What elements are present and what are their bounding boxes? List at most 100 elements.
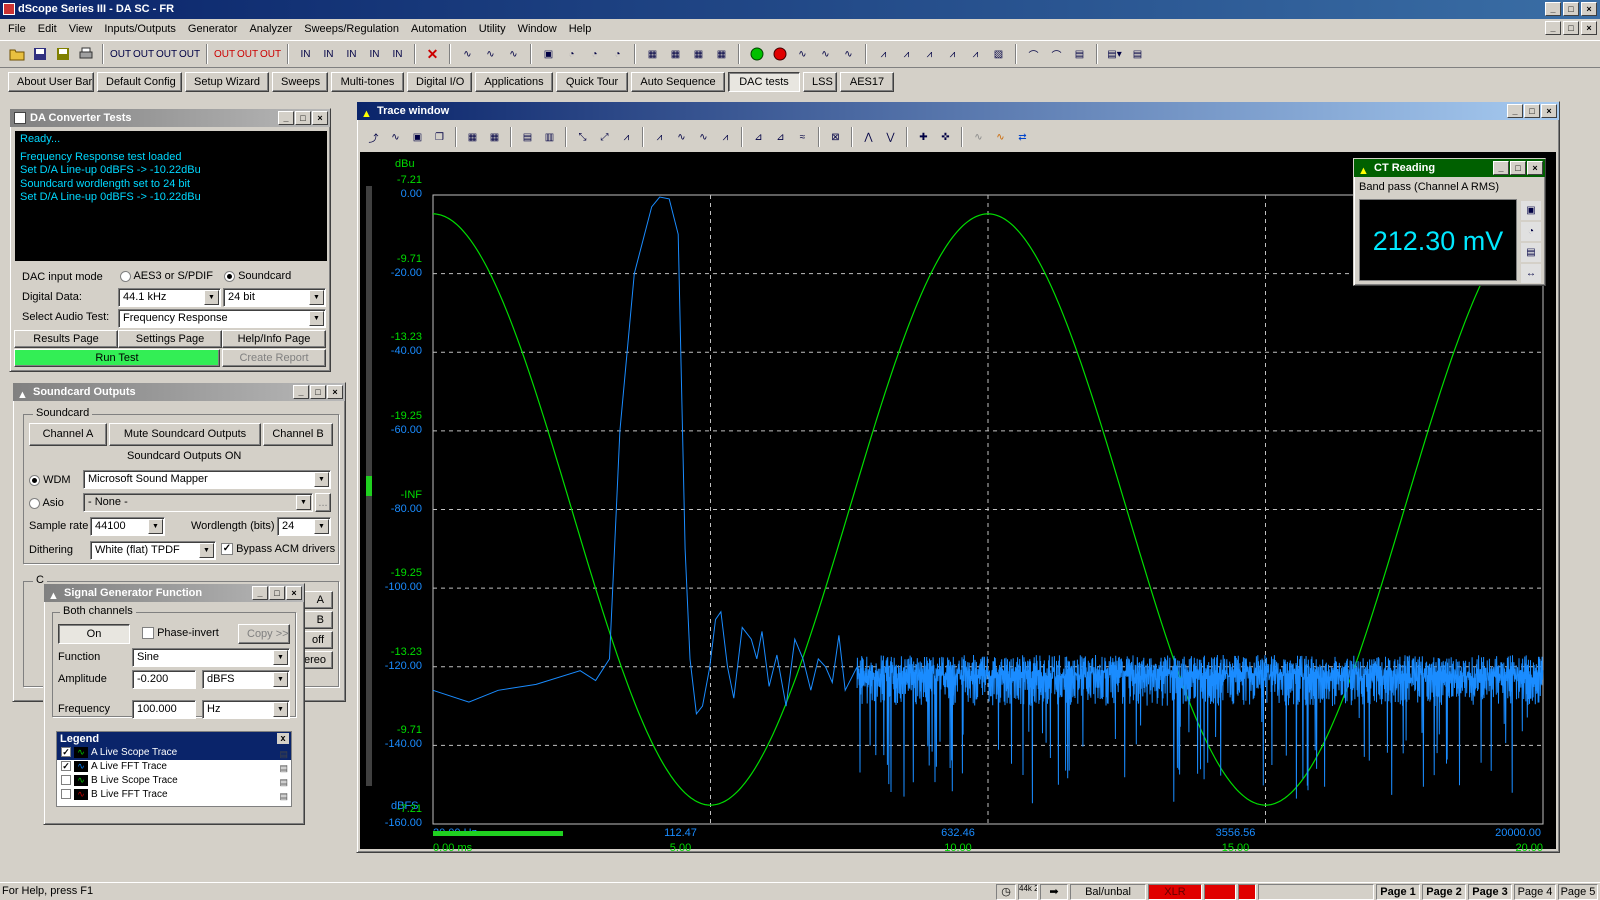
output-b-icon[interactable]: OUT (133, 44, 154, 65)
dithering-select[interactable]: White (flat) TPDF ▼ (90, 541, 216, 560)
input-c-icon[interactable]: IN (341, 44, 362, 65)
legend-checkbox[interactable]: ✓ (61, 747, 71, 758)
panel-close-button[interactable]: × (312, 111, 328, 125)
userbar-lss[interactable]: LSS (803, 72, 837, 92)
meter-icon-4[interactable]: ◔ (607, 44, 628, 65)
cursor-icon-4[interactable]: ⩘ (715, 127, 736, 148)
legend-checkbox[interactable] (61, 775, 71, 786)
asio-radio[interactable]: Asio (29, 497, 64, 509)
mdi-restore-button[interactable]: □ (1563, 21, 1579, 35)
save-config-icon[interactable] (52, 44, 73, 65)
menu-sweeps[interactable]: Sweeps/Regulation (298, 23, 405, 35)
ct-meter-icon[interactable]: ◔ (1521, 222, 1541, 241)
grid-icon-2[interactable]: ▦ (665, 44, 686, 65)
analyzer-icon-2[interactable]: ⩘ (896, 44, 917, 65)
menu-utility[interactable]: Utility (473, 23, 512, 35)
asio-config-button[interactable]: ... (315, 493, 331, 512)
userbar-setup-wizard[interactable]: Setup Wizard (185, 72, 269, 92)
trace-save-icon[interactable]: ▣ (407, 127, 428, 148)
menu-window[interactable]: Window (512, 23, 563, 35)
page-4-tab[interactable]: Page 4 (1514, 884, 1556, 900)
bypass-acm-checkbox[interactable]: ✓ Bypass ACM drivers (221, 543, 335, 556)
marker-icon-2[interactable]: ⊿ (770, 127, 791, 148)
phase-invert-checkbox[interactable]: Phase-invert (142, 627, 219, 640)
trace-grid2-icon[interactable]: ▦ (484, 127, 505, 148)
cursor-icon-1[interactable]: ⩘ (649, 127, 670, 148)
function-select[interactable]: Sine ▼ (132, 648, 290, 667)
create-report-button[interactable]: Create Report (222, 349, 326, 367)
sweep-icon-1[interactable]: ∿ (792, 44, 813, 65)
report-icon[interactable]: ▤ (1127, 44, 1148, 65)
trace-settings-icon[interactable]: ▤ (517, 127, 538, 148)
maximize-button[interactable]: □ (1563, 2, 1579, 16)
panel-minimize-button[interactable]: _ (278, 111, 294, 125)
legend-item[interactable]: ✓ ∿ A Live FFT Trace ▤ (57, 760, 291, 774)
userbar-digital-io[interactable]: Digital I/O (407, 72, 472, 92)
legend-item[interactable]: ∿ B Live FFT Trace ▤ (57, 788, 291, 802)
filter-icon-3[interactable]: ▤ (1069, 44, 1090, 65)
legend-settings-icon[interactable]: ▤ (279, 775, 288, 789)
analyzer-icon-3[interactable]: ⩘ (919, 44, 940, 65)
results-page-button[interactable]: Results Page (14, 330, 118, 348)
page-1-tab[interactable]: Page 1 (1376, 884, 1420, 900)
page-5-tab[interactable]: Page 5 (1558, 884, 1598, 900)
fft-icon[interactable]: ⊠ (825, 127, 846, 148)
menu-edit[interactable]: Edit (32, 23, 63, 35)
legend-item[interactable]: ∿ B Live Scope Trace ▤ (57, 774, 291, 788)
record-red-icon[interactable] (769, 44, 790, 65)
script-icon[interactable]: ▤▾ (1104, 44, 1125, 65)
panel-close-button[interactable]: × (286, 586, 302, 600)
save-icon[interactable] (29, 44, 50, 65)
legend-checkbox[interactable]: ✓ (61, 761, 71, 772)
userbar-applications[interactable]: Applications (475, 72, 553, 92)
run-test-button[interactable]: Run Test (14, 349, 220, 367)
help-info-button[interactable]: Help/Info Page (222, 330, 326, 348)
output-mute-b-icon[interactable]: OUT (237, 44, 258, 65)
audio-test-select[interactable]: Frequency Response ▼ (118, 309, 326, 328)
input-a-icon[interactable]: IN (295, 44, 316, 65)
sweep-icon-3[interactable]: ∿ (838, 44, 859, 65)
trace-line-icon[interactable]: ⩘ (616, 127, 637, 148)
trace-maximize-button[interactable]: □ (1524, 104, 1540, 118)
meter-icon-2[interactable]: ◔ (561, 44, 582, 65)
copy-button[interactable]: Copy >> (238, 624, 290, 644)
output-mute-all-icon[interactable]: OUT (260, 44, 281, 65)
filter-icon-2[interactable]: ⌒ (1046, 44, 1067, 65)
frequency-input[interactable]: 100.000 (132, 700, 196, 719)
mode-aes-radio[interactable]: AES3 or S/PDIF (120, 270, 213, 282)
userbar-dac-tests[interactable]: DAC tests (728, 72, 800, 92)
grid-icon-3[interactable]: ▦ (688, 44, 709, 65)
ct-range-icon[interactable]: ▣ (1521, 201, 1541, 220)
panel-maximize-button[interactable]: □ (269, 586, 285, 600)
grid-icon-4[interactable]: ▦ (711, 44, 732, 65)
analyzer-icon-1[interactable]: ⩘ (873, 44, 894, 65)
meter-icon-3[interactable]: ◔ (584, 44, 605, 65)
trace-table-icon[interactable]: ▥ (539, 127, 560, 148)
userbar-quick-tour[interactable]: Quick Tour (556, 72, 628, 92)
menu-automation[interactable]: Automation (405, 23, 473, 35)
add-trace-icon[interactable]: ✚ (913, 127, 934, 148)
sc-wordlength-select[interactable]: 24 ▼ (277, 517, 331, 536)
legend-settings-icon[interactable]: ▤ (279, 761, 288, 775)
panel-close-button[interactable]: × (327, 385, 343, 399)
userbar-auto-sequence[interactable]: Auto Sequence (631, 72, 725, 92)
channel-a-button[interactable]: Channel A (29, 423, 107, 446)
userbar-multi-tones[interactable]: Multi-tones (331, 72, 404, 92)
panel-minimize-button[interactable]: _ (252, 586, 268, 600)
legend-close-icon[interactable]: x (277, 733, 289, 744)
channel-b-button[interactable]: Channel B (263, 423, 333, 446)
open-folder-icon[interactable] (6, 44, 27, 65)
input-b-icon[interactable]: IN (318, 44, 339, 65)
page-3-tab[interactable]: Page 3 (1468, 884, 1512, 900)
mdi-minimize-button[interactable]: _ (1545, 21, 1561, 35)
page-2-tab[interactable]: Page 2 (1422, 884, 1466, 900)
analyzer-icon-5[interactable]: ⩘ (965, 44, 986, 65)
link-icon[interactable]: ✜ (935, 127, 956, 148)
userbar-sweeps[interactable]: Sweeps (272, 72, 328, 92)
cursor-icon-2[interactable]: ∿ (671, 127, 692, 148)
trace-wave-icon[interactable]: ∿ (385, 127, 406, 148)
generator-on-button[interactable]: On (58, 624, 130, 644)
amplitude-input[interactable]: -0.200 (132, 670, 196, 689)
menu-help[interactable]: Help (563, 23, 598, 35)
run-green-icon[interactable] (746, 44, 767, 65)
